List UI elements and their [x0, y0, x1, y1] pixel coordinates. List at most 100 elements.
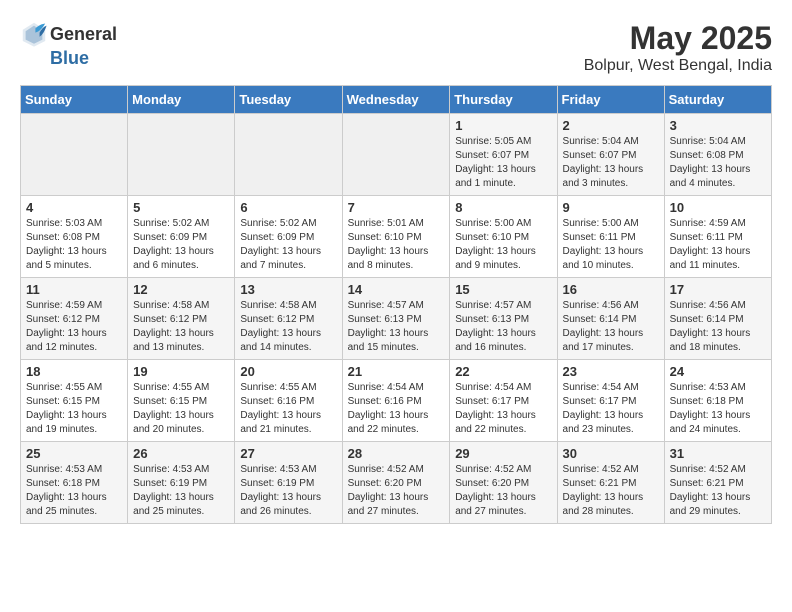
day-number: 29 — [455, 446, 551, 461]
calendar-week-row: 1 Sunrise: 5:05 AMSunset: 6:07 PMDaylight… — [21, 114, 772, 196]
day-info: Sunrise: 4:59 AMSunset: 6:11 PMDaylight:… — [670, 217, 766, 273]
day-number: 13 — [240, 282, 336, 297]
calendar-cell: 24 Sunrise: 4:53 AMSunset: 6:18 PMDayligh… — [664, 360, 771, 442]
day-number: 16 — [563, 282, 659, 297]
calendar-cell: 19Sunrise: 4:55 AMSunset: 6:15 PMDayligh… — [128, 360, 235, 442]
day-number: 6 — [240, 200, 336, 215]
day-info: Sunrise: 4:53 AMSunset: 6:19 PMDaylight:… — [133, 463, 229, 519]
day-info: Sunrise: 4:52 AMSunset: 6:20 PMDaylight:… — [348, 463, 445, 519]
calendar-table: SundayMondayTuesdayWednesdayThursdayFrid… — [20, 85, 772, 524]
day-info: Sunrise: 5:00 AMSunset: 6:10 PMDaylight:… — [455, 217, 551, 273]
day-number: 8 — [455, 200, 551, 215]
day-number: 25 — [26, 446, 122, 461]
day-info: Sunrise: 4:58 AMSunset: 6:12 PMDaylight:… — [240, 299, 336, 355]
day-number: 31 — [670, 446, 766, 461]
calendar-cell: 11Sunrise: 4:59 AMSunset: 6:12 PMDayligh… — [21, 278, 128, 360]
calendar-cell — [235, 114, 342, 196]
day-info: Sunrise: 5:00 AMSunset: 6:11 PMDaylight:… — [563, 217, 659, 273]
calendar-cell: 1 Sunrise: 5:05 AMSunset: 6:07 PMDaylight… — [450, 114, 557, 196]
day-number: 20 — [240, 364, 336, 379]
day-info: Sunrise: 5:04 AMSunset: 6:08 PMDaylight:… — [670, 135, 766, 191]
day-number: 23 — [563, 364, 659, 379]
calendar-cell: 28 Sunrise: 4:52 AMSunset: 6:20 PMDayligh… — [342, 442, 450, 524]
day-info: Sunrise: 4:55 AMSunset: 6:15 PMDaylight:… — [26, 381, 122, 437]
calendar-cell: 20 Sunrise: 4:55 AMSunset: 6:16 PMDayligh… — [235, 360, 342, 442]
day-number: 3 — [670, 118, 766, 133]
page-header: General Blue May 2025 Bolpur, West Benga… — [20, 20, 772, 75]
calendar-cell: 9 Sunrise: 5:00 AMSunset: 6:11 PMDaylight… — [557, 196, 664, 278]
day-info: Sunrise: 4:57 AMSunset: 6:13 PMDaylight:… — [348, 299, 445, 355]
day-number: 12 — [133, 282, 229, 297]
calendar-cell: 2 Sunrise: 5:04 AMSunset: 6:07 PMDaylight… — [557, 114, 664, 196]
day-number: 9 — [563, 200, 659, 215]
day-info: Sunrise: 5:04 AMSunset: 6:07 PMDaylight:… — [563, 135, 659, 191]
calendar-cell: 6 Sunrise: 5:02 AMSunset: 6:09 PMDaylight… — [235, 196, 342, 278]
day-info: Sunrise: 4:57 AMSunset: 6:13 PMDaylight:… — [455, 299, 551, 355]
day-info: Sunrise: 4:52 AMSunset: 6:21 PMDaylight:… — [563, 463, 659, 519]
day-number: 5 — [133, 200, 229, 215]
calendar-cell: 13 Sunrise: 4:58 AMSunset: 6:12 PMDayligh… — [235, 278, 342, 360]
calendar-header-row: SundayMondayTuesdayWednesdayThursdayFrid… — [21, 86, 772, 114]
day-number: 27 — [240, 446, 336, 461]
calendar-cell: 17 Sunrise: 4:56 AMSunset: 6:14 PMDayligh… — [664, 278, 771, 360]
day-info: Sunrise: 4:53 AMSunset: 6:19 PMDaylight:… — [240, 463, 336, 519]
day-number: 1 — [455, 118, 551, 133]
calendar-week-row: 11Sunrise: 4:59 AMSunset: 6:12 PMDayligh… — [21, 278, 772, 360]
main-title: May 2025 — [584, 20, 772, 57]
day-number: 19 — [133, 364, 229, 379]
day-number: 2 — [563, 118, 659, 133]
day-number: 15 — [455, 282, 551, 297]
calendar-cell: 10 Sunrise: 4:59 AMSunset: 6:11 PMDayligh… — [664, 196, 771, 278]
day-info: Sunrise: 4:53 AMSunset: 6:18 PMDaylight:… — [26, 463, 122, 519]
calendar-cell — [21, 114, 128, 196]
day-info: Sunrise: 4:58 AMSunset: 6:12 PMDaylight:… — [133, 299, 229, 355]
logo-blue-text: Blue — [50, 48, 89, 69]
calendar-cell: 23Sunrise: 4:54 AMSunset: 6:17 PMDayligh… — [557, 360, 664, 442]
day-info: Sunrise: 5:02 AMSunset: 6:09 PMDaylight:… — [133, 217, 229, 273]
calendar-week-row: 25 Sunrise: 4:53 AMSunset: 6:18 PMDayligh… — [21, 442, 772, 524]
calendar-cell: 12 Sunrise: 4:58 AMSunset: 6:12 PMDayligh… — [128, 278, 235, 360]
day-number: 30 — [563, 446, 659, 461]
calendar-week-row: 4 Sunrise: 5:03 AMSunset: 6:08 PMDaylight… — [21, 196, 772, 278]
day-number: 4 — [26, 200, 122, 215]
day-info: Sunrise: 5:02 AMSunset: 6:09 PMDaylight:… — [240, 217, 336, 273]
title-block: May 2025 Bolpur, West Bengal, India — [584, 20, 772, 75]
day-info: Sunrise: 4:52 AMSunset: 6:20 PMDaylight:… — [455, 463, 551, 519]
logo-general-text: General — [50, 24, 117, 45]
calendar-cell: 18 Sunrise: 4:55 AMSunset: 6:15 PMDayligh… — [21, 360, 128, 442]
day-info: Sunrise: 5:03 AMSunset: 6:08 PMDaylight:… — [26, 217, 122, 273]
header-saturday: Saturday — [664, 86, 771, 114]
header-thursday: Thursday — [450, 86, 557, 114]
logo: General Blue — [20, 20, 117, 69]
day-number: 11 — [26, 282, 122, 297]
calendar-cell: 14 Sunrise: 4:57 AMSunset: 6:13 PMDayligh… — [342, 278, 450, 360]
day-number: 14 — [348, 282, 445, 297]
calendar-cell: 22Sunrise: 4:54 AMSunset: 6:17 PMDayligh… — [450, 360, 557, 442]
generalblue-icon — [20, 20, 48, 48]
day-info: Sunrise: 5:05 AMSunset: 6:07 PMDaylight:… — [455, 135, 551, 191]
day-info: Sunrise: 4:52 AMSunset: 6:21 PMDaylight:… — [670, 463, 766, 519]
subtitle: Bolpur, West Bengal, India — [584, 57, 772, 75]
day-number: 28 — [348, 446, 445, 461]
calendar-cell: 26 Sunrise: 4:53 AMSunset: 6:19 PMDayligh… — [128, 442, 235, 524]
calendar-cell: 7Sunrise: 5:01 AMSunset: 6:10 PMDaylight… — [342, 196, 450, 278]
day-number: 24 — [670, 364, 766, 379]
day-info: Sunrise: 4:53 AMSunset: 6:18 PMDaylight:… — [670, 381, 766, 437]
day-info: Sunrise: 5:01 AMSunset: 6:10 PMDaylight:… — [348, 217, 445, 273]
day-info: Sunrise: 4:55 AMSunset: 6:16 PMDaylight:… — [240, 381, 336, 437]
day-number: 18 — [26, 364, 122, 379]
day-info: Sunrise: 4:56 AMSunset: 6:14 PMDaylight:… — [670, 299, 766, 355]
day-info: Sunrise: 4:56 AMSunset: 6:14 PMDaylight:… — [563, 299, 659, 355]
day-number: 10 — [670, 200, 766, 215]
header-tuesday: Tuesday — [235, 86, 342, 114]
calendar-cell: 31 Sunrise: 4:52 AMSunset: 6:21 PMDayligh… — [664, 442, 771, 524]
day-number: 21 — [348, 364, 445, 379]
header-friday: Friday — [557, 86, 664, 114]
day-number: 26 — [133, 446, 229, 461]
calendar-cell: 27 Sunrise: 4:53 AMSunset: 6:19 PMDayligh… — [235, 442, 342, 524]
day-number: 17 — [670, 282, 766, 297]
calendar-cell: 8 Sunrise: 5:00 AMSunset: 6:10 PMDaylight… — [450, 196, 557, 278]
calendar-cell — [342, 114, 450, 196]
calendar-cell: 29 Sunrise: 4:52 AMSunset: 6:20 PMDayligh… — [450, 442, 557, 524]
calendar-cell: 3 Sunrise: 5:04 AMSunset: 6:08 PMDaylight… — [664, 114, 771, 196]
